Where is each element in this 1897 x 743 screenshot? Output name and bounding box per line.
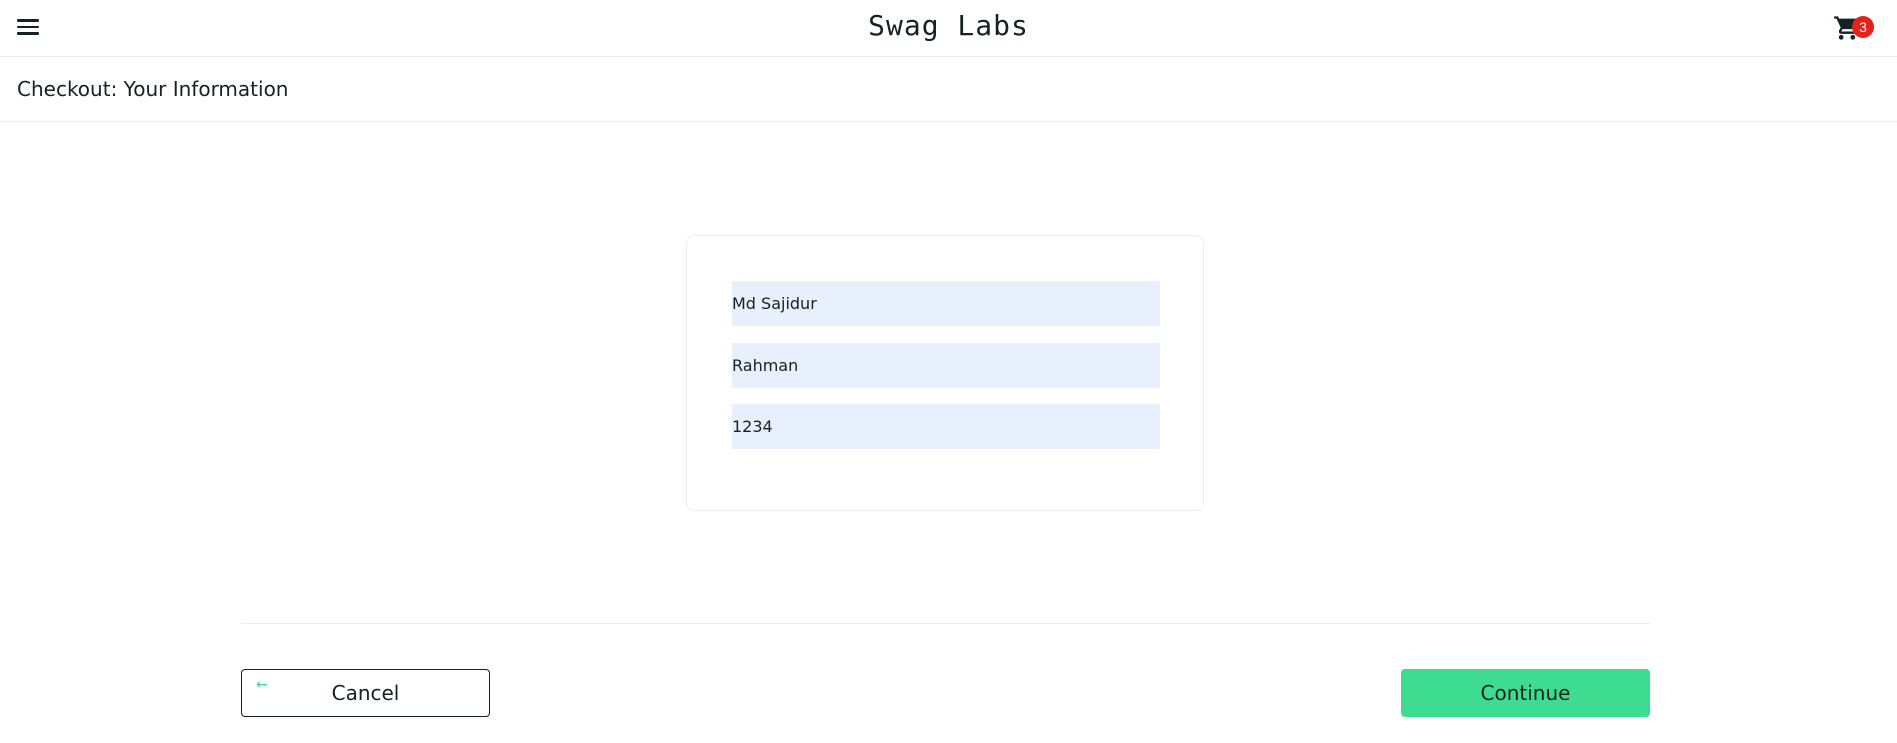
hamburger-menu-icon[interactable]: [17, 18, 39, 36]
checkout-info-form: [686, 235, 1204, 511]
checkout-page: Swag Labs 3 Checkout: Your Information ←…: [0, 0, 1897, 743]
secondary-header: Checkout: Your Information: [0, 57, 1897, 122]
cancel-button-label: Cancel: [331, 681, 400, 705]
continue-button-label: Continue: [1480, 681, 1571, 705]
postal-code-input[interactable]: [732, 404, 1160, 449]
first-name-input[interactable]: [732, 281, 1160, 326]
primary-header: Swag Labs 3: [0, 0, 1897, 57]
cancel-button[interactable]: ← Cancel: [241, 669, 490, 717]
app-logo: Swag Labs: [868, 9, 1029, 42]
cart-count-badge: 3: [1852, 16, 1874, 38]
continue-button[interactable]: Continue: [1401, 669, 1650, 717]
page-title: Checkout: Your Information: [17, 77, 289, 101]
footer-divider: [241, 623, 1650, 624]
last-name-input[interactable]: [732, 343, 1160, 388]
shopping-cart-link[interactable]: 3: [1831, 10, 1874, 44]
